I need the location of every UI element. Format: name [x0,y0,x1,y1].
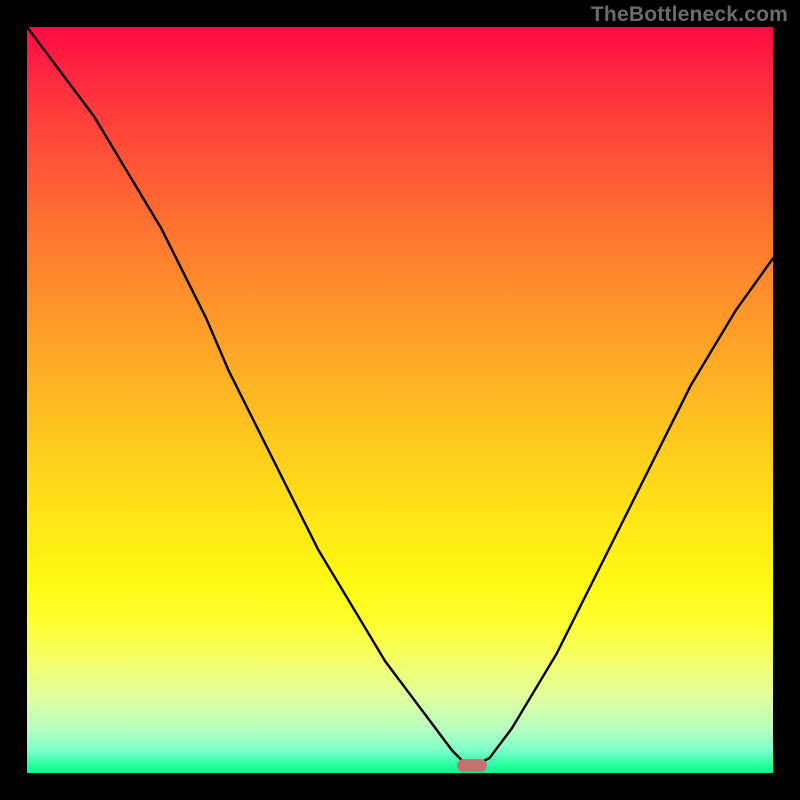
optimal-marker [457,759,487,772]
plot-area [27,27,773,773]
bottleneck-curve [27,27,773,773]
chart-frame: TheBottleneck.com [0,0,800,800]
watermark-text: TheBottleneck.com [591,3,788,27]
